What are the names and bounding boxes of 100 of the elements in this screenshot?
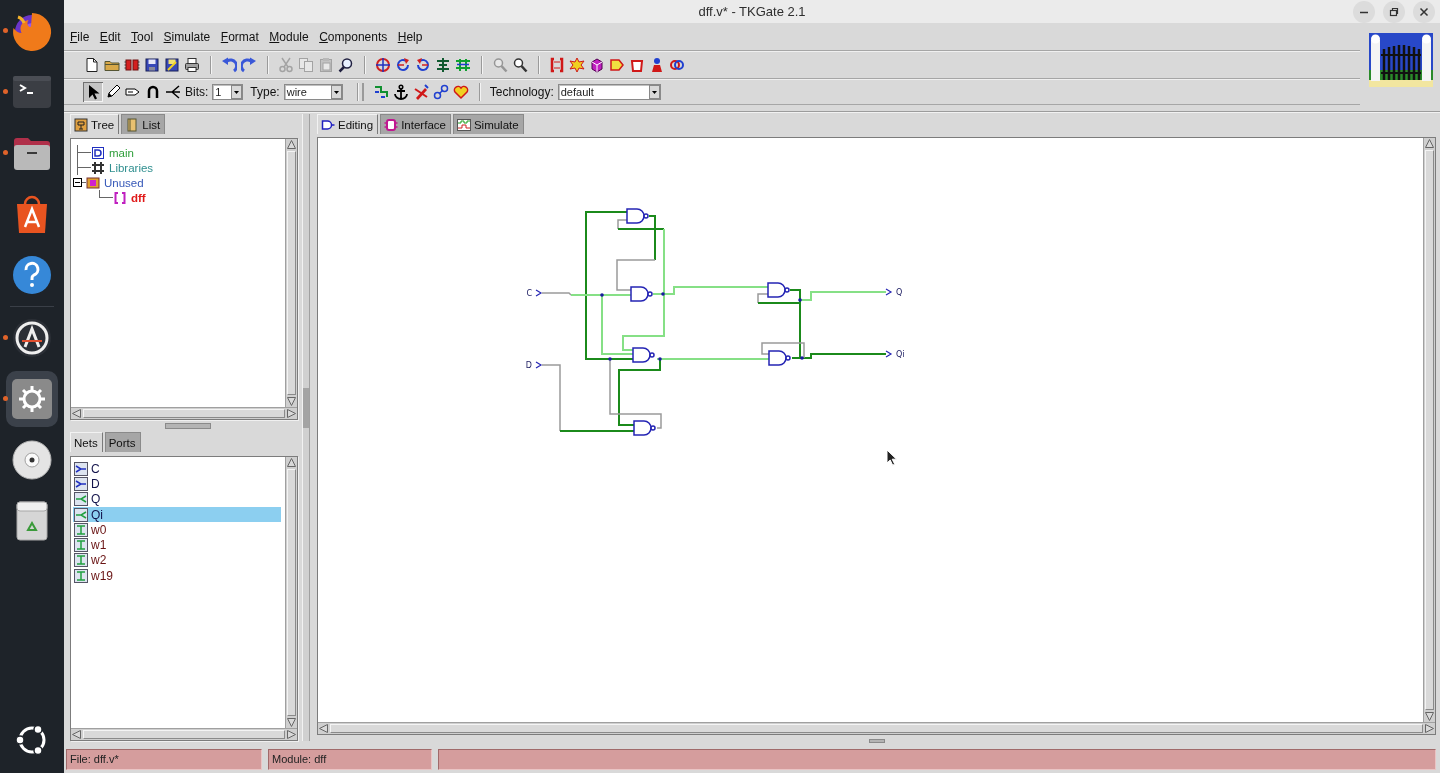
cube-icon[interactable] xyxy=(589,57,605,73)
scrollbar-thumb[interactable] xyxy=(287,151,296,395)
tree-item[interactable]: dff xyxy=(131,191,148,204)
circle-arrow-icon[interactable] xyxy=(415,57,431,73)
page-icon[interactable] xyxy=(84,57,100,73)
type-dropdown[interactable]: wire xyxy=(283,84,343,100)
arrow-up-icon[interactable] xyxy=(287,458,296,467)
arrow-left-icon[interactable] xyxy=(72,730,81,739)
search-icon[interactable] xyxy=(338,57,354,73)
menu-item[interactable]: Module xyxy=(264,28,314,45)
menu-item[interactable]: Format xyxy=(215,28,264,45)
caret-icon[interactable] xyxy=(648,85,660,99)
settings-icon xyxy=(10,376,54,421)
chain-link-icon[interactable] xyxy=(432,84,449,100)
target-icon[interactable] xyxy=(375,57,391,73)
net-list-item[interactable]: w1 xyxy=(73,537,281,553)
tree-item[interactable]: Libraries xyxy=(109,161,156,174)
vertical-scrollbar[interactable] xyxy=(285,457,297,728)
arrow-right-icon[interactable] xyxy=(1425,724,1434,733)
arrow-right-icon[interactable] xyxy=(287,730,296,739)
chip-icon[interactable] xyxy=(124,57,140,73)
crossed-pen-icon[interactable] xyxy=(412,84,429,100)
pane-splitter[interactable] xyxy=(302,114,310,741)
magnifier-icon[interactable] xyxy=(512,57,528,73)
menu-item[interactable]: File xyxy=(65,28,95,45)
arrow-down-icon[interactable] xyxy=(287,718,296,727)
technology-dropdown[interactable]: default xyxy=(557,84,661,100)
arrow-up-icon[interactable] xyxy=(287,140,296,149)
arrow-right-icon[interactable] xyxy=(287,409,296,418)
menu-item[interactable]: Help xyxy=(392,28,428,45)
collapse-box-icon[interactable] xyxy=(73,178,82,187)
tab[interactable]: Nets xyxy=(70,432,103,452)
dock-item[interactable] xyxy=(6,370,58,427)
arrow-down-icon[interactable] xyxy=(287,397,296,406)
tab[interactable]: Interface xyxy=(380,114,451,134)
scrollbar-thumb[interactable] xyxy=(1425,150,1434,710)
vertical-scrollbar[interactable] xyxy=(1423,138,1435,722)
undo-arrow-icon[interactable] xyxy=(221,57,237,73)
horizontal-scrollbar[interactable] xyxy=(71,728,297,740)
tree-item[interactable]: main xyxy=(109,146,136,159)
stair-lines-icon[interactable] xyxy=(372,84,389,100)
net-list-item[interactable]: Qi xyxy=(73,506,281,523)
fence-gate-logo xyxy=(1369,33,1433,87)
figure-icon[interactable] xyxy=(649,57,665,73)
linked-rings-icon[interactable] xyxy=(669,57,685,73)
splitter-handle[interactable] xyxy=(303,387,309,428)
heart-icon[interactable] xyxy=(452,84,469,100)
scrollbar-thumb[interactable] xyxy=(287,469,296,716)
tab[interactable]: Editing xyxy=(317,114,379,134)
pointer-icon[interactable] xyxy=(83,82,103,102)
printer-icon[interactable] xyxy=(184,57,200,73)
horseshoe-icon[interactable] xyxy=(145,84,161,100)
book-icon xyxy=(125,117,140,132)
scrollbar-thumb[interactable] xyxy=(330,724,1423,733)
grid-icon[interactable] xyxy=(455,57,471,73)
net-list-item[interactable]: D xyxy=(73,476,281,492)
horizontal-scrollbar[interactable] xyxy=(318,722,1435,734)
menu-item[interactable]: Edit xyxy=(94,28,126,45)
net-list-item[interactable]: w19 xyxy=(73,568,281,584)
arrow-up-icon[interactable] xyxy=(1425,139,1434,148)
port-label: Q xyxy=(896,288,903,297)
tree-item[interactable]: Unused xyxy=(104,176,146,189)
net-list-item[interactable]: w2 xyxy=(73,552,281,569)
tab[interactable]: Simulate xyxy=(452,114,524,134)
net-list-item[interactable]: w0 xyxy=(73,522,281,538)
scrollbar-thumb[interactable] xyxy=(83,730,285,739)
resize-grip[interactable] xyxy=(868,739,885,743)
redo-arrow-icon[interactable] xyxy=(241,57,257,73)
resize-grip[interactable] xyxy=(165,423,211,429)
star-burst-icon[interactable] xyxy=(569,57,585,73)
bracket-icon[interactable] xyxy=(549,57,565,73)
cursor-icon xyxy=(886,449,897,466)
scrollbar-thumb[interactable] xyxy=(83,409,285,418)
anchor-icon[interactable] xyxy=(392,84,409,100)
tab[interactable]: Tree xyxy=(70,114,120,134)
align-lines-icon[interactable] xyxy=(435,57,451,73)
menu-item[interactable]: Simulate xyxy=(158,28,216,45)
tag-icon[interactable] xyxy=(609,57,625,73)
tab[interactable]: Ports xyxy=(104,432,141,452)
menu-item[interactable]: Tool xyxy=(126,28,159,45)
horizontal-scrollbar[interactable] xyxy=(71,407,297,419)
arrow-left-icon[interactable] xyxy=(72,409,81,418)
caret-icon[interactable] xyxy=(330,85,342,99)
caret-icon[interactable] xyxy=(231,85,243,99)
arrow-down-icon[interactable] xyxy=(1425,712,1434,721)
pencil-icon[interactable] xyxy=(105,84,121,100)
menu-item[interactable]: Components xyxy=(314,28,393,45)
branch-lines-icon[interactable] xyxy=(165,84,181,100)
tab[interactable]: List xyxy=(121,114,166,134)
net-list-item[interactable]: Q xyxy=(73,491,281,507)
restore-icon[interactable] xyxy=(1383,0,1405,23)
arrow-left-icon[interactable] xyxy=(319,724,328,733)
port-label: Qi xyxy=(896,350,905,359)
floppy-pencil-icon[interactable] xyxy=(164,57,180,73)
floppy-icon[interactable] xyxy=(144,57,160,73)
close-icon[interactable] xyxy=(1413,0,1435,23)
bits-dropdown[interactable]: 1 xyxy=(212,84,244,100)
net-list-item[interactable]: C xyxy=(73,461,281,477)
circle-arrow-icon[interactable] xyxy=(395,57,411,73)
vertical-scrollbar[interactable] xyxy=(285,139,297,407)
